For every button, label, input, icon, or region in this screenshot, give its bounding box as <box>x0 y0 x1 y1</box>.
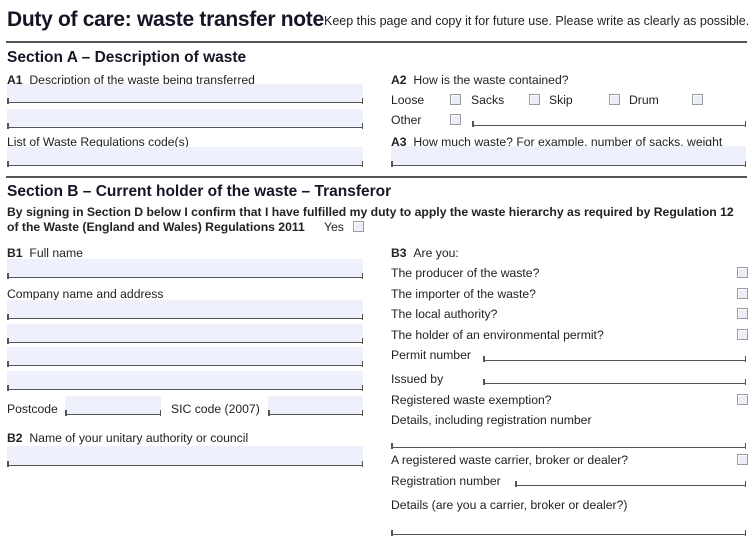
issued-by-label: Issued by <box>391 372 444 386</box>
permit-number-label: Permit number <box>391 348 471 362</box>
full-name-field[interactable] <box>7 259 363 279</box>
permit-holder-checkbox[interactable] <box>737 329 748 340</box>
declaration-line-1: By signing in Section D below I confirm … <box>7 205 734 219</box>
company-address-line-4[interactable] <box>7 371 363 391</box>
company-address-line-3[interactable] <box>7 347 363 367</box>
option-loose-checkbox[interactable] <box>450 94 461 105</box>
b3-label: B3 Are you: <box>391 246 459 260</box>
a2-label: A2 How is the waste contained? <box>391 73 569 87</box>
carrier-details-field[interactable] <box>391 525 746 536</box>
b1-text: Full name <box>29 246 83 260</box>
registration-number-field[interactable] <box>515 476 746 487</box>
sic-code-field[interactable] <box>268 396 363 416</box>
carrier-label: A registered waste carrier, broker or de… <box>391 453 629 467</box>
other-container-field[interactable] <box>472 114 746 127</box>
company-label: Company name and address <box>7 287 164 301</box>
section-b-heading: Section B – Current holder of the waste … <box>7 183 392 200</box>
option-drum-checkbox[interactable] <box>692 94 703 105</box>
b2-label: B2 Name of your unitary authority or cou… <box>7 431 248 445</box>
waste-codes-field[interactable] <box>7 147 363 167</box>
a1-description-line-2[interactable] <box>7 109 363 129</box>
company-address-line-2[interactable] <box>7 324 363 344</box>
option-other-checkbox[interactable] <box>450 114 461 125</box>
importer-checkbox[interactable] <box>737 288 748 299</box>
section-divider <box>6 176 747 178</box>
local-authority-label: The local authority? <box>391 307 498 321</box>
declaration-line-2: of the Waste (England and Wales) Regulat… <box>7 220 305 234</box>
postcode-label: Postcode <box>7 402 58 416</box>
option-drum-label: Drum <box>629 93 659 107</box>
exemption-label: Registered waste exemption? <box>391 393 552 407</box>
option-sacks-checkbox[interactable] <box>529 94 540 105</box>
carrier-details-label: Details (are you a carrier, broker or de… <box>391 498 628 512</box>
importer-label: The importer of the waste? <box>391 287 536 301</box>
permit-number-field[interactable] <box>483 350 746 362</box>
exemption-details-field[interactable] <box>391 438 746 449</box>
authority-council-field[interactable] <box>7 446 363 467</box>
section-a-heading: Section A – Description of waste <box>7 49 247 66</box>
option-sacks-label: Sacks <box>471 93 505 107</box>
page-instructions: Keep this page and copy it for future us… <box>324 14 750 28</box>
b3-text: Are you: <box>413 246 459 260</box>
option-skip-checkbox[interactable] <box>609 94 620 105</box>
option-skip-label: Skip <box>549 93 573 107</box>
issued-by-field[interactable] <box>483 373 746 385</box>
postcode-field[interactable] <box>65 396 161 416</box>
header-divider <box>6 41 747 43</box>
exemption-checkbox[interactable] <box>737 394 748 405</box>
b1-number: B1 <box>7 246 23 260</box>
yes-label: Yes <box>324 220 344 234</box>
sic-code-label: SIC code (2007) <box>171 402 260 416</box>
b3-number: B3 <box>391 246 407 260</box>
producer-checkbox[interactable] <box>737 267 748 278</box>
declaration-yes-checkbox[interactable] <box>353 221 364 232</box>
b1-label: B1 Full name <box>7 246 83 260</box>
exemption-details-label: Details, including registration number <box>391 413 592 427</box>
a2-text: How is the waste contained? <box>413 73 569 87</box>
carrier-checkbox[interactable] <box>737 454 748 465</box>
permit-holder-label: The holder of an environmental permit? <box>391 328 604 342</box>
a3-quantity-field[interactable] <box>391 146 746 167</box>
registration-number-label: Registration number <box>391 474 501 488</box>
option-loose-label: Loose <box>391 93 425 107</box>
a1-description-line-1[interactable] <box>7 84 363 104</box>
company-address-line-1[interactable] <box>7 300 363 320</box>
local-authority-checkbox[interactable] <box>737 308 748 319</box>
page-title: Duty of care: waste transfer note <box>7 8 324 31</box>
producer-label: The producer of the waste? <box>391 266 540 280</box>
a2-number: A2 <box>391 73 407 87</box>
b2-text: Name of your unitary authority or counci… <box>29 431 249 445</box>
b2-number: B2 <box>7 431 23 445</box>
option-other-label: Other <box>391 113 422 127</box>
